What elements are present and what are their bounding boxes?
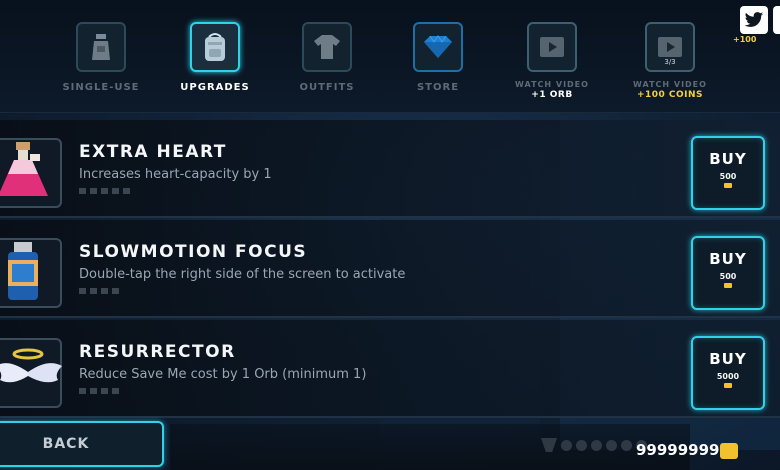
- level-pip: [79, 288, 86, 294]
- level-pip: [90, 388, 97, 394]
- tab-label: SINGLE-USE: [62, 82, 140, 93]
- tab-outfits[interactable]: OUTFITS: [272, 20, 382, 110]
- back-label: BACK: [42, 436, 90, 452]
- level-pip: [90, 188, 97, 194]
- upgrade-level-pips: [79, 388, 119, 394]
- upgrade-level-pips: [79, 188, 130, 194]
- twitter-icon: [744, 11, 764, 27]
- video-icon: 3/3: [645, 22, 695, 72]
- level-pip: [101, 188, 108, 194]
- coin-icon: [724, 183, 732, 188]
- tab-single-use[interactable]: SINGLE-USE: [46, 20, 156, 110]
- tab-watch-video-coins[interactable]: 3/3 WATCH VIDEO +100 COINS: [615, 20, 725, 110]
- price: 500: [719, 272, 737, 281]
- orb-slot-icon: [561, 439, 572, 451]
- tab-label: WATCH VIDEO: [515, 80, 589, 89]
- level-pip: [112, 288, 119, 294]
- orb-slot-icon: [576, 439, 587, 451]
- buy-label: BUY: [709, 250, 747, 268]
- tab-label: UPGRADES: [180, 82, 250, 93]
- buy-button[interactable]: BUY 500: [691, 136, 765, 210]
- upgrade-row-resurrector: RESURRECTOR Reduce Save Me cost by 1 Orb…: [0, 320, 780, 418]
- upgrade-row-slowmotion-focus: SLOWMOTION FOCUS Double-tap the right si…: [0, 220, 780, 318]
- shirt-icon: [302, 22, 352, 72]
- buy-button[interactable]: BUY 500: [691, 236, 765, 310]
- orb-slot-icon: [591, 439, 602, 451]
- level-pip: [112, 188, 119, 194]
- item-description: Reduce Save Me cost by 1 Orb (minimum 1): [79, 367, 367, 382]
- angel-wings-icon: [0, 338, 62, 408]
- tab-reward: +1 ORB: [531, 90, 573, 100]
- tab-label: STORE: [416, 82, 460, 93]
- price: 5000: [716, 372, 740, 381]
- item-name: SLOWMOTION FOCUS: [79, 242, 308, 262]
- video-icon: [527, 22, 577, 72]
- orb-slot-icon: [541, 438, 557, 452]
- twitter-button[interactable]: [740, 6, 768, 34]
- orb-slot-icon: [606, 439, 617, 451]
- item-name: RESURRECTOR: [79, 342, 236, 362]
- heart-potion-icon: [0, 138, 62, 208]
- coin-balance: 99999999: [636, 441, 720, 459]
- canister-icon: [0, 238, 62, 308]
- upgrade-level-pips: [79, 288, 119, 294]
- tab-reward: +100 COINS: [636, 90, 704, 100]
- coin-icon: [720, 443, 738, 459]
- buy-label: BUY: [709, 350, 747, 368]
- social-button[interactable]: [773, 6, 780, 34]
- buy-label: BUY: [709, 150, 747, 168]
- level-pip: [101, 388, 108, 394]
- bottle-icon: [76, 22, 126, 72]
- coin-icon: [724, 383, 732, 388]
- level-pip: [112, 388, 119, 394]
- diamond-icon: [413, 22, 463, 72]
- level-pip: [79, 388, 86, 394]
- item-description: Double-tap the right side of the screen …: [79, 267, 406, 282]
- item-description: Increases heart-capacity by 1: [79, 167, 272, 182]
- orb-counter: [541, 438, 647, 452]
- level-pip: [90, 288, 97, 294]
- back-button[interactable]: BACK: [0, 421, 164, 467]
- tab-watch-video-orb[interactable]: WATCH VIDEO +1 ORB: [497, 20, 607, 110]
- twitter-reward: +100: [733, 35, 757, 44]
- tab-label: WATCH VIDEO: [633, 80, 707, 89]
- tab-label: OUTFITS: [299, 82, 355, 93]
- level-pip: [101, 288, 108, 294]
- coin-icon: [724, 283, 732, 288]
- item-name: EXTRA HEART: [79, 142, 227, 162]
- level-pip: [123, 188, 130, 194]
- price: 500: [719, 172, 737, 181]
- buy-button[interactable]: BUY 5000: [691, 336, 765, 410]
- level-pip: [79, 188, 86, 194]
- backpack-icon: [190, 22, 240, 72]
- shop-tab-bar: SINGLE-USE UPGRADES OUTFITS STORE WATCH …: [0, 0, 780, 113]
- orb-slot-icon: [621, 439, 632, 451]
- upgrade-row-extra-heart: EXTRA HEART Increases heart-capacity by …: [0, 120, 780, 218]
- tab-upgrades[interactable]: UPGRADES: [160, 20, 270, 110]
- tab-store[interactable]: STORE: [383, 20, 493, 110]
- video-counter: 3/3: [664, 58, 676, 66]
